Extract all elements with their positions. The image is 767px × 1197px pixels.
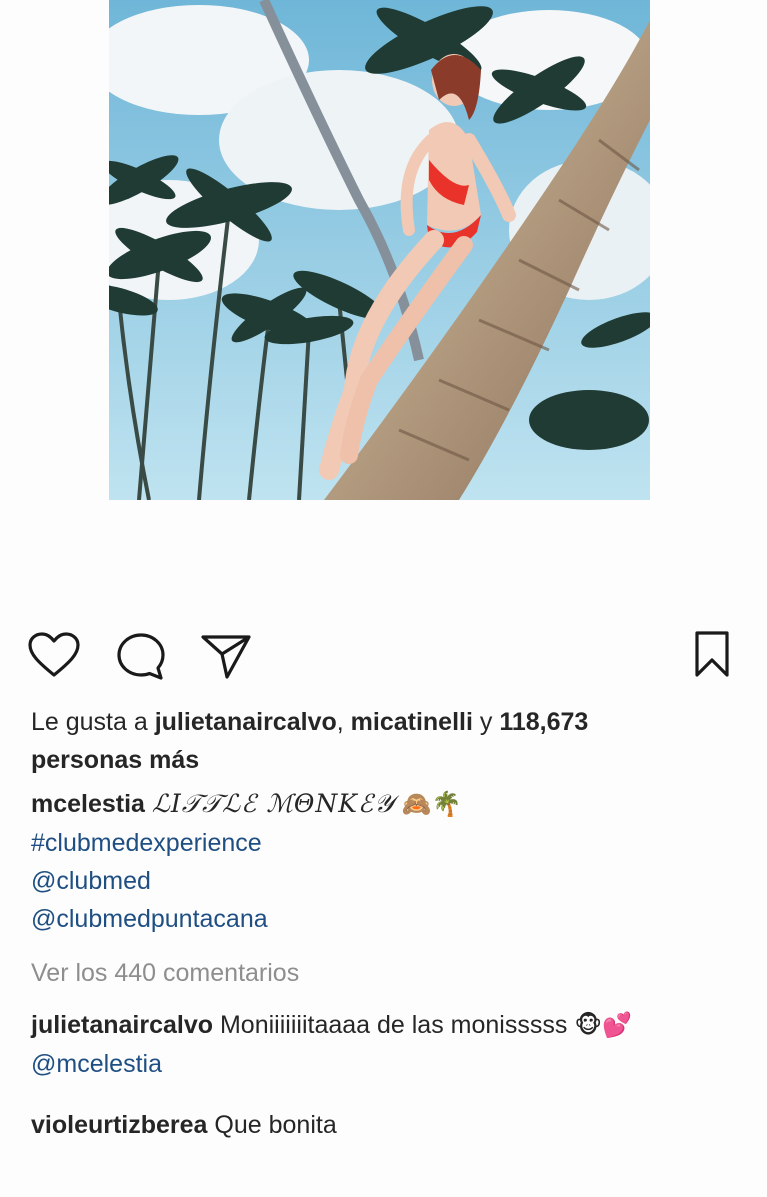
heart-icon[interactable] [28, 632, 80, 678]
comment-emoji: 🐵💕 [574, 1012, 632, 1039]
paper-plane-icon[interactable] [200, 632, 252, 680]
comment-item: violeurtizberea Que bonita [31, 1106, 741, 1144]
post-caption: mcelestia ℒ𝐼𝒯𝒯ℒℰ ℳ𝛩𝛮𝛫ℰ𝒴 🙈🌴 #clubmedexper… [31, 785, 741, 938]
instagram-post: Le gusta a julietanaircalvo, micatinelli… [0, 0, 767, 1197]
post-photo[interactable] [109, 0, 650, 500]
comment-username[interactable]: julietanaircalvo [31, 1011, 213, 1039]
caption-mention[interactable]: @clubmedpuntacana [31, 900, 741, 938]
speech-bubble-icon[interactable] [116, 632, 166, 680]
caption-hashtag[interactable]: #clubmedexperience [31, 824, 741, 862]
comment-item: julietanaircalvo Moniiiiiiitaaaa de las … [31, 1006, 741, 1083]
caption-emoji: 🙈🌴 [401, 791, 462, 818]
view-all-comments-link[interactable]: Ver los 440 comentarios [31, 954, 741, 992]
caption-mention[interactable]: @clubmed [31, 862, 741, 900]
bookmark-icon[interactable] [694, 630, 730, 678]
liker-username[interactable]: julietanaircalvo [155, 708, 337, 736]
likes-prefix: Le gusta a [31, 708, 155, 736]
caption-username[interactable]: mcelestia [31, 790, 145, 818]
likes-count[interactable]: 118,673 [499, 708, 588, 736]
caption-text: ℒ𝐼𝒯𝒯ℒℰ ℳ𝛩𝛮𝛫ℰ𝒴 [151, 789, 395, 818]
comment-mention[interactable]: @mcelestia [31, 1045, 741, 1083]
comment-username[interactable]: violeurtizberea [31, 1111, 207, 1139]
likes-summary: Le gusta a julietanaircalvo, micatinelli… [31, 703, 741, 779]
likes-separator: , [336, 708, 351, 736]
liker-username[interactable]: micatinelli [351, 708, 473, 736]
post-action-bar [28, 630, 738, 682]
likes-suffix[interactable]: personas más [31, 746, 199, 774]
comment-text: Moniiiiiiitaaaa de las monisssss [219, 1011, 568, 1039]
comment-text: Que bonita [214, 1111, 337, 1139]
likes-conjunction: y [472, 708, 500, 736]
